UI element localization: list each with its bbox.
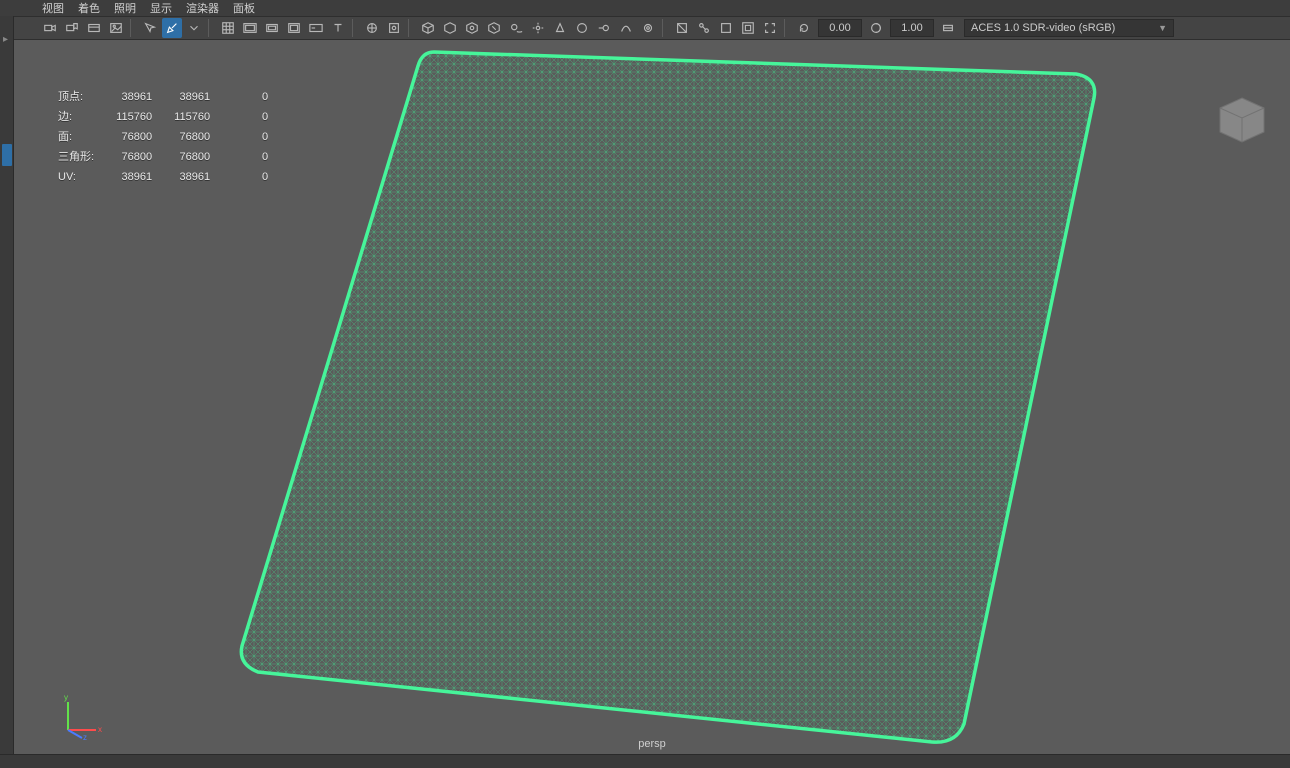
separator xyxy=(784,19,790,37)
resolution-gate-icon[interactable] xyxy=(240,18,260,38)
dof-icon[interactable] xyxy=(638,18,658,38)
stat-tris-b: 76800 xyxy=(168,148,224,166)
colorspace-icon[interactable] xyxy=(938,18,958,38)
camera-icon[interactable] xyxy=(40,18,60,38)
stat-faces-a: 76800 xyxy=(110,128,166,146)
menu-shading[interactable]: 着色 xyxy=(78,0,100,16)
axis-gizmo[interactable]: y x z xyxy=(56,690,106,740)
separator xyxy=(662,19,668,37)
xray-icon[interactable] xyxy=(672,18,692,38)
bottom-bar xyxy=(0,754,1290,768)
menu-show[interactable]: 显示 xyxy=(150,0,172,16)
svg-text:y: y xyxy=(64,693,68,702)
text-icon[interactable] xyxy=(328,18,348,38)
stat-edges-b: 115760 xyxy=(168,108,224,126)
safe-title-icon[interactable] xyxy=(306,18,326,38)
shaded-cube-icon[interactable] xyxy=(418,18,438,38)
wire-cube-icon[interactable] xyxy=(440,18,460,38)
light-icon[interactable] xyxy=(528,18,548,38)
left-sidebar: ▸ xyxy=(0,16,14,768)
stat-edges-c: 0 xyxy=(226,108,282,126)
colorspace-label: ACES 1.0 SDR-video (sRGB) xyxy=(971,22,1115,34)
camera-bookmark-icon[interactable] xyxy=(62,18,82,38)
poly-stats: 顶点: 38961 38961 0 边: 115760 115760 0 面: … xyxy=(56,86,284,188)
menu-bar: 视图 着色 照明 显示 渲染器 面板 xyxy=(0,0,1290,16)
viewport[interactable]: 顶点: 38961 38961 0 边: 115760 115760 0 面: … xyxy=(14,40,1290,754)
ao-icon[interactable] xyxy=(572,18,592,38)
stat-faces-label: 面: xyxy=(58,128,108,146)
sidebar-active-indicator[interactable] xyxy=(2,144,12,166)
wireframe-shaded-icon[interactable] xyxy=(362,18,382,38)
separator xyxy=(130,19,136,37)
svg-text:z: z xyxy=(83,733,87,740)
stat-tris-a: 76800 xyxy=(110,148,166,166)
chevron-down-icon[interactable] xyxy=(184,18,204,38)
textured-cube-icon[interactable] xyxy=(462,18,482,38)
chevron-right-icon[interactable]: ▸ xyxy=(3,34,8,45)
stat-verts-a: 38961 xyxy=(110,88,166,106)
gate-mask-icon[interactable] xyxy=(262,18,282,38)
view-cube[interactable] xyxy=(1212,90,1272,150)
stat-uv-a: 38961 xyxy=(110,168,166,186)
separator xyxy=(208,19,214,37)
camera-name-label: persp xyxy=(638,738,666,750)
stat-tris-c: 0 xyxy=(226,148,282,166)
safe-action-icon[interactable] xyxy=(284,18,304,38)
stat-faces-b: 76800 xyxy=(168,128,224,146)
stat-verts-label: 顶点: xyxy=(58,88,108,106)
menu-panels[interactable]: 面板 xyxy=(233,0,255,16)
paint-tool-icon[interactable] xyxy=(162,18,182,38)
viewport-toolbar: 0.00 1.00 ACES 1.0 SDR-video (sRGB) ▼ xyxy=(0,16,1290,40)
exposure-field[interactable]: 0.00 xyxy=(818,19,862,37)
gamma-field[interactable]: 1.00 xyxy=(890,19,934,37)
grid-icon[interactable] xyxy=(218,18,238,38)
stat-uv-c: 0 xyxy=(226,168,282,186)
stat-edges-label: 边: xyxy=(58,108,108,126)
colorspace-dropdown[interactable]: ACES 1.0 SDR-video (sRGB) ▼ xyxy=(964,19,1174,37)
xray-active-icon[interactable] xyxy=(716,18,736,38)
chevron-down-icon: ▼ xyxy=(1158,23,1167,33)
separator xyxy=(352,19,358,37)
menu-view[interactable]: 视图 xyxy=(42,0,64,16)
stat-edges-a: 115760 xyxy=(110,108,166,126)
stat-faces-c: 0 xyxy=(226,128,282,146)
motionblur-icon[interactable] xyxy=(594,18,614,38)
isolate-select-icon[interactable] xyxy=(738,18,758,38)
select-tool-icon[interactable] xyxy=(140,18,160,38)
refresh-icon[interactable] xyxy=(794,18,814,38)
xray-joints-icon[interactable] xyxy=(694,18,714,38)
isolate-icon[interactable] xyxy=(384,18,404,38)
stat-tris-label: 三角形: xyxy=(58,148,108,166)
svg-text:x: x xyxy=(98,725,102,734)
separator xyxy=(408,19,414,37)
antialias-icon[interactable] xyxy=(616,18,636,38)
stat-uv-b: 38961 xyxy=(168,168,224,186)
stat-verts-b: 38961 xyxy=(168,88,224,106)
spot-icon[interactable] xyxy=(550,18,570,38)
expand-icon[interactable] xyxy=(760,18,780,38)
lights-cube-icon[interactable] xyxy=(484,18,504,38)
menu-lighting[interactable]: 照明 xyxy=(114,0,136,16)
menu-renderer[interactable]: 渲染器 xyxy=(186,0,219,16)
shadow-icon[interactable] xyxy=(506,18,526,38)
image-plane-icon[interactable] xyxy=(106,18,126,38)
film-gate-icon[interactable] xyxy=(84,18,104,38)
gamma-icon[interactable] xyxy=(866,18,886,38)
stat-uv-label: UV: xyxy=(58,168,108,186)
stat-verts-c: 0 xyxy=(226,88,282,106)
